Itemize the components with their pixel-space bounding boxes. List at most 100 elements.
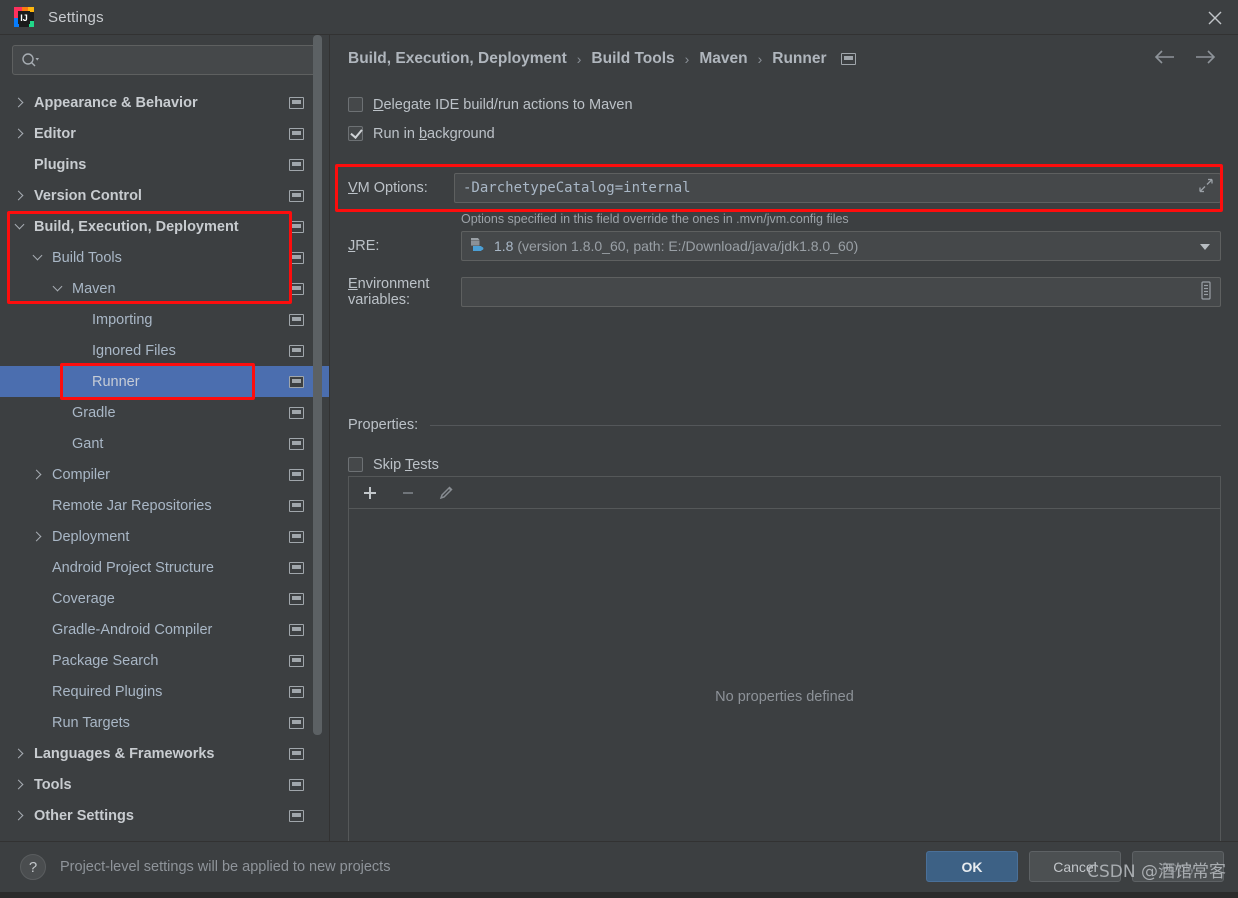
chevron-right-icon[interactable]	[14, 97, 26, 109]
sidebar-item-package-search[interactable]: Package Search	[0, 645, 329, 676]
sidebar-item-runner[interactable]: Runner	[0, 366, 329, 397]
settings-scope-icon[interactable]	[289, 406, 304, 419]
sidebar-item-remote-jar-repositories[interactable]: Remote Jar Repositories	[0, 490, 329, 521]
chevron-right-icon[interactable]	[14, 128, 26, 140]
arrow-right-icon[interactable]	[1194, 49, 1216, 65]
add-property-button[interactable]	[359, 482, 381, 504]
properties-empty-message: No properties defined	[715, 689, 854, 705]
run-in-background-row[interactable]: Run in background	[331, 119, 1238, 148]
sidebar-item-ignored-files[interactable]: Ignored Files	[0, 335, 329, 366]
edit-property-button[interactable]	[435, 482, 457, 504]
env-label-rest: nvironment variables:	[348, 276, 430, 308]
chevron-down-icon[interactable]	[32, 252, 44, 264]
remove-property-button[interactable]	[397, 482, 419, 504]
expand-icon[interactable]	[1199, 178, 1213, 198]
chevron-right-icon[interactable]	[14, 190, 26, 202]
environment-variables-input[interactable]	[461, 277, 1221, 307]
question-mark-icon[interactable]: ?	[20, 854, 46, 880]
sidebar-item-languages-frameworks[interactable]: Languages & Frameworks	[0, 738, 329, 769]
chevron-down-icon[interactable]	[14, 221, 26, 233]
settings-scope-icon[interactable]	[289, 778, 304, 791]
settings-scope-icon[interactable]	[289, 96, 304, 109]
sidebar-item-compiler[interactable]: Compiler	[0, 459, 329, 490]
chevron-right-icon[interactable]	[14, 810, 26, 822]
settings-scope-icon[interactable]	[289, 189, 304, 202]
settings-scope-icon[interactable]	[289, 499, 304, 512]
settings-scope-icon[interactable]	[289, 592, 304, 605]
run-in-background-checkbox[interactable]	[348, 126, 363, 141]
sidebar-scrollbar-thumb[interactable]	[313, 35, 322, 735]
sidebar-item-tools[interactable]: Tools	[0, 769, 329, 800]
arrow-left-icon[interactable]	[1154, 49, 1176, 65]
delegate-ide-build-checkbox[interactable]	[348, 97, 363, 112]
breadcrumb-item[interactable]: Maven	[699, 50, 747, 68]
settings-scope-icon[interactable]	[289, 344, 304, 357]
settings-scope-icon[interactable]	[289, 251, 304, 264]
sidebar-item-coverage[interactable]: Coverage	[0, 583, 329, 614]
sidebar-item-build-execution-deployment[interactable]: Build, Execution, Deployment	[0, 211, 329, 242]
sidebar-item-label: Build Tools	[52, 249, 122, 266]
close-icon[interactable]	[1192, 0, 1238, 35]
settings-scope-icon[interactable]	[289, 809, 304, 822]
settings-scope-icon[interactable]	[289, 654, 304, 667]
ok-button[interactable]: OK	[926, 851, 1018, 882]
sidebar-item-importing[interactable]: Importing	[0, 304, 329, 335]
breadcrumb-item[interactable]: Build, Execution, Deployment	[348, 50, 567, 68]
settings-scope-icon[interactable]	[289, 437, 304, 450]
chevron-right-icon[interactable]	[32, 469, 44, 481]
sidebar-item-required-plugins[interactable]: Required Plugins	[0, 676, 329, 707]
delegate-ide-build-row[interactable]: Delegate IDE build/run actions to Maven	[331, 90, 1238, 119]
settings-scope-icon[interactable]	[289, 313, 304, 326]
settings-scope-icon[interactable]	[289, 685, 304, 698]
dialog-footer: ? Project-level settings will be applied…	[0, 841, 1238, 898]
chevron-right-icon[interactable]	[32, 531, 44, 543]
settings-scope-icon[interactable]	[289, 716, 304, 729]
sidebar-item-label: Package Search	[52, 652, 159, 669]
breadcrumb-item[interactable]: Build Tools	[591, 50, 674, 68]
settings-scope-icon[interactable]	[289, 747, 304, 760]
chevron-right-icon[interactable]	[14, 779, 26, 791]
settings-scope-icon[interactable]	[289, 158, 304, 171]
settings-scope-icon[interactable]	[289, 282, 304, 295]
sidebar-item-version-control[interactable]: Version Control	[0, 180, 329, 211]
sidebar-item-android-project-structure[interactable]: Android Project Structure	[0, 552, 329, 583]
chevron-down-icon[interactable]	[1200, 244, 1210, 250]
settings-scope-icon[interactable]	[289, 623, 304, 636]
list-editor-icon[interactable]	[1198, 281, 1214, 304]
sidebar-item-build-tools[interactable]: Build Tools	[0, 242, 329, 273]
breadcrumb: Build, Execution, Deployment › Build Tools…	[348, 50, 856, 68]
sidebar-item-maven[interactable]: Maven	[0, 273, 329, 304]
sidebar-scrollbar[interactable]	[313, 35, 322, 789]
settings-tree[interactable]: Appearance & Behavior Editor Plugins Versio…	[0, 87, 329, 841]
sidebar-item-gradle[interactable]: Gradle	[0, 397, 329, 428]
settings-scope-icon[interactable]	[289, 220, 304, 233]
navigation-arrows	[1154, 49, 1216, 65]
sidebar-item-label: Gant	[72, 435, 104, 452]
settings-scope-icon[interactable]	[289, 561, 304, 574]
chevron-right-icon[interactable]	[14, 748, 26, 760]
sidebar-item-deployment[interactable]: Deployment	[0, 521, 329, 552]
settings-scope-icon[interactable]	[289, 468, 304, 481]
jre-dropdown[interactable]: 1.8 (version 1.8.0_60, path: E:/Download…	[461, 231, 1221, 261]
settings-scope-icon[interactable]	[289, 375, 304, 388]
sidebar-item-plugins[interactable]: Plugins	[0, 149, 329, 180]
skip-tests-checkbox[interactable]	[348, 457, 363, 472]
vm-options-input[interactable]: -DarchetypeCatalog=internal	[454, 173, 1221, 203]
sidebar-item-run-targets[interactable]: Run Targets	[0, 707, 329, 738]
sidebar-item-other-settings[interactable]: Other Settings	[0, 800, 329, 831]
search-input[interactable]	[12, 45, 317, 75]
settings-scope-icon[interactable]	[289, 127, 304, 140]
sidebar-item-gradle-android-compiler[interactable]: Gradle-Android Compiler	[0, 614, 329, 645]
settings-scope-icon[interactable]	[289, 530, 304, 543]
sidebar-item-appearance-behavior[interactable]: Appearance & Behavior	[0, 87, 329, 118]
breadcrumb-item[interactable]: Runner	[772, 50, 826, 68]
environment-variables-label: Environment variables:	[348, 276, 461, 308]
skip-tests-row[interactable]: Skip Tests	[348, 450, 439, 479]
settings-scope-icon[interactable]	[840, 53, 856, 65]
delegate-mnemonic: D	[373, 96, 384, 113]
sidebar-item-editor[interactable]: Editor	[0, 118, 329, 149]
sidebar-item-gant[interactable]: Gant	[0, 428, 329, 459]
chevron-down-icon[interactable]	[52, 283, 64, 295]
